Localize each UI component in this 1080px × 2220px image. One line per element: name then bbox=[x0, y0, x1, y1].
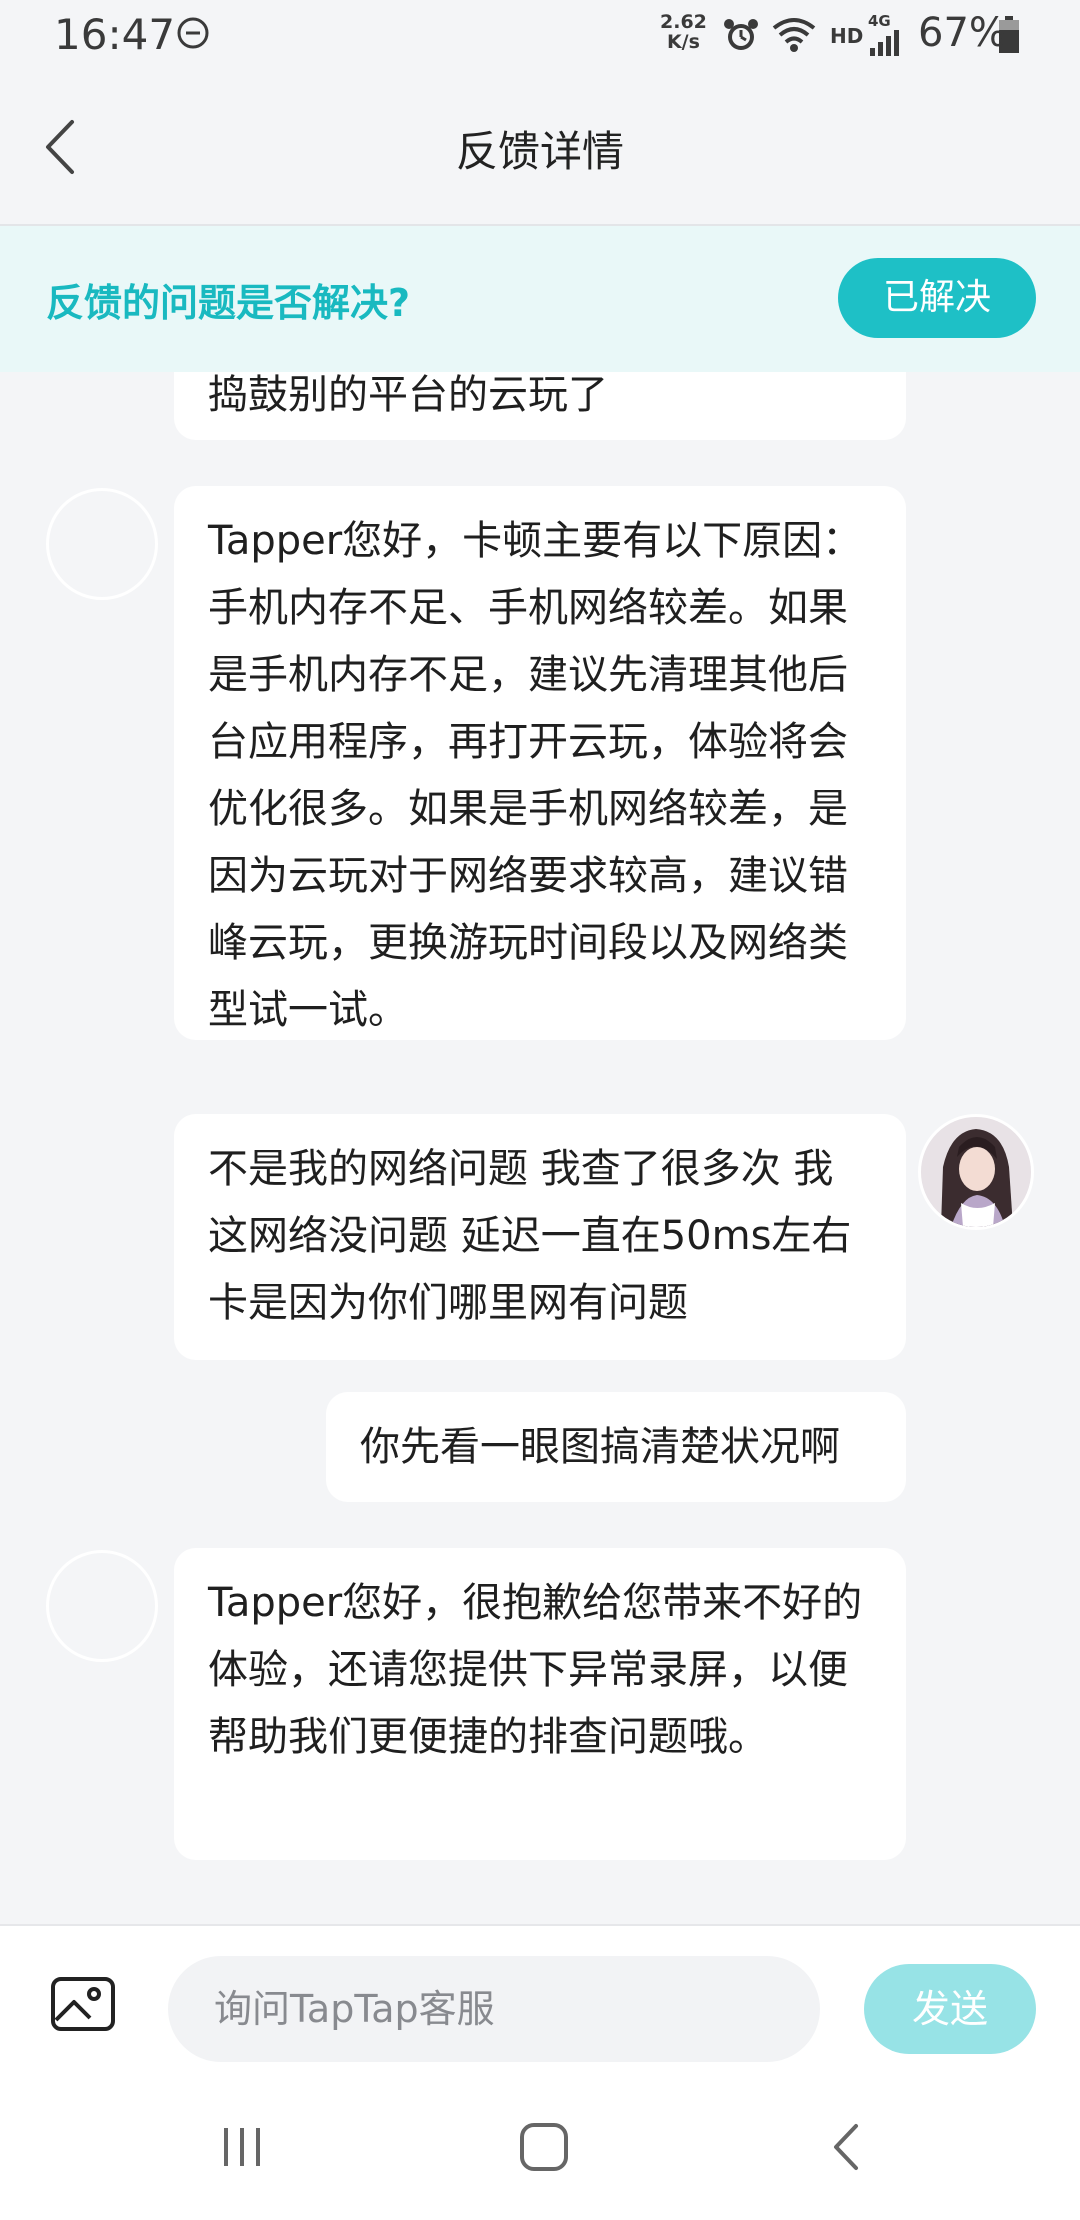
message-bubble-user: 不是我的网络问题 我查了很多次 我这网络没问题 延迟一直在50ms左右 卡是因为… bbox=[174, 1114, 906, 1360]
message-text: 捣鼓别的平台的云玩了 bbox=[208, 372, 608, 418]
message-bubble-user: 你先看一眼图搞清楚状况啊 bbox=[326, 1392, 906, 1502]
system-nav-bar bbox=[0, 2070, 1080, 2220]
nav-back-icon[interactable] bbox=[818, 2122, 878, 2172]
agent-avatar[interactable] bbox=[46, 488, 158, 600]
net-speed-value: 2.62 bbox=[660, 11, 707, 33]
message-bubble-agent: 捣鼓别的平台的云玩了 bbox=[174, 372, 906, 440]
net-speed: 2.62 K/s bbox=[660, 12, 707, 52]
resolved-button[interactable]: 已解决 bbox=[838, 258, 1036, 338]
message-bubble-agent: Tapper您好，卡顿主要有以下原因：手机内存不足、手机网络较差。如果是手机内存… bbox=[174, 486, 906, 1040]
header: 反馈详情 bbox=[0, 72, 1080, 226]
banner-question: 反馈的问题是否解决? bbox=[46, 281, 411, 325]
message-text: 不是我的网络问题 我查了很多次 我这网络没问题 延迟一直在50ms左右 卡是因为… bbox=[208, 1146, 852, 1326]
message-text: Tapper您好，很抱歉给您带来不好的体验，还请您提供下异常录屏，以便帮助我们更… bbox=[208, 1580, 863, 1760]
image-icon[interactable] bbox=[50, 1976, 116, 2032]
user-avatar[interactable] bbox=[918, 1114, 1034, 1230]
message-text: Tapper您好，卡顿主要有以下原因：手机内存不足、手机网络较差。如果是手机内存… bbox=[208, 518, 863, 1033]
signal-icon bbox=[870, 30, 899, 56]
page-title: 反馈详情 bbox=[455, 127, 624, 176]
battery-text: 67% bbox=[918, 10, 1007, 56]
message-input[interactable] bbox=[168, 1956, 820, 2062]
home-icon[interactable] bbox=[514, 2122, 574, 2172]
hd-label: HD bbox=[830, 24, 864, 48]
status-bar: 16:47 2.62 K/s HD 4G 67% bbox=[0, 0, 1080, 72]
message-bubble-agent: Tapper您好，很抱歉给您带来不好的体验，还请您提供下异常录屏，以便帮助我们更… bbox=[174, 1548, 906, 1860]
wifi-icon bbox=[772, 18, 816, 52]
send-button[interactable]: 发送 bbox=[864, 1964, 1036, 2054]
status-time: 16:47 bbox=[54, 10, 176, 59]
recents-icon[interactable] bbox=[212, 2122, 272, 2172]
resolved-banner: 反馈的问题是否解决? 已解决 bbox=[0, 226, 1080, 372]
input-bar: 发送 bbox=[0, 1924, 1080, 2072]
dnd-icon bbox=[177, 17, 209, 49]
alarm-icon bbox=[724, 19, 758, 50]
chat-area[interactable]: 捣鼓别的平台的云玩了 Tapper您好，卡顿主要有以下原因：手机内存不足、手机网… bbox=[0, 372, 1080, 1924]
net-speed-unit: K/s bbox=[666, 31, 700, 53]
user-avatar-image bbox=[921, 1117, 1031, 1227]
agent-avatar[interactable] bbox=[46, 1550, 158, 1662]
message-text: 你先看一眼图搞清楚状况啊 bbox=[360, 1424, 840, 1470]
